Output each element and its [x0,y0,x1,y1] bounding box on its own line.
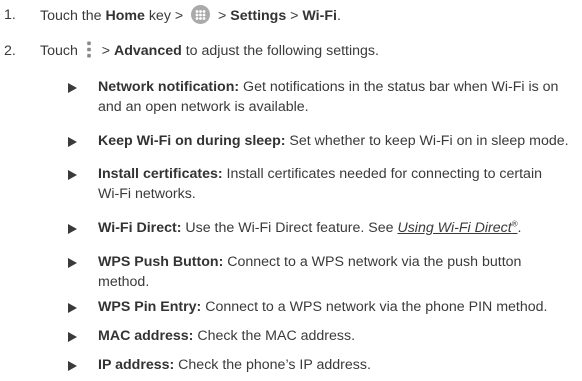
setting-term: Network notification: [98,79,240,95]
setting-description: and an open network is available. [98,99,309,115]
settings-label: Settings [230,8,287,24]
setting-description: Use the Wi-Fi Direct feature. See [181,220,398,236]
bullet-triangle-icon [68,218,80,238]
setting-description: Check the phone’s IP address. [174,357,371,373]
list-item-text: Install certificates: Install certificat… [98,164,578,204]
home-key-label: Home [105,8,145,24]
advanced-label: Advanced [113,43,182,59]
list-item-text: WPS Push Button: Connect to a WPS networ… [98,252,578,292]
list-item-text: WPS Pin Entry: Connect to a WPS network … [98,297,578,317]
step-text-prefix: Touch [40,43,82,59]
setting-description-end: . [517,220,522,236]
step-number: 2. [4,43,16,59]
list-item-text: Wi-Fi Direct: Use the Wi-Fi Direct featu… [98,218,578,238]
setting-term: MAC address: [98,328,194,344]
step-text-separator: > [214,8,231,24]
setting-description: Install certificates needed for connecti… [222,166,542,182]
step-text-separator: > [286,8,303,24]
overflow-menu-icon [86,41,92,58]
setting-term: Install certificates: [98,166,223,182]
list-item-text: MAC address: Check the MAC address. [98,326,578,346]
setting-term: WPS Push Button: [98,254,224,270]
setting-description: Wi-Fi networks. [98,186,196,202]
bullet-triangle-icon [68,131,80,151]
bullet-triangle-icon [68,164,80,184]
step-number: 1. [4,7,16,23]
setting-description: Connect to a WPS network via the phone P… [201,299,548,315]
bullet-triangle-icon [68,77,80,97]
setting-term: WPS Pin Entry: [98,299,202,315]
using-wifi-direct-link[interactable]: Using Wi-Fi Direct® [397,220,517,236]
bullet-triangle-icon [68,355,80,375]
manual-page: 1. Touch the Home key > > Settings > Wi-… [0,0,582,381]
setting-term: IP address: [98,357,175,373]
setting-description: Get notifications in the status bar when… [239,79,559,95]
step-text-prefix: Touch the [40,8,106,24]
wifi-label: Wi-Fi [302,8,337,24]
link-text[interactable]: Using Wi-Fi Direct [397,220,511,236]
list-item-text: Keep Wi-Fi on during sleep: Set whether … [98,131,578,151]
setting-description: Set whether to keep Wi-Fi on in sleep mo… [285,133,569,149]
setting-description: Check the MAC address. [193,328,356,344]
apps-grid-icon [191,5,211,24]
setting-term: Wi-Fi Direct: [98,220,182,236]
bullet-triangle-icon [68,326,80,346]
step-text-key: key > [144,8,188,24]
step-text: Touch the Home key > > Settings > Wi-Fi. [40,5,341,26]
list-item-text: IP address: Check the phone’s IP address… [98,355,578,375]
step-text: Touch > Advanced to adjust the following… [40,41,379,61]
bullet-triangle-icon [68,252,80,272]
step-text-end: . [336,8,341,24]
setting-description: method. [98,274,150,290]
bullet-triangle-icon [68,297,80,317]
setting-term: Keep Wi-Fi on during sleep: [98,133,286,149]
step-text-separator: > [97,43,114,59]
setting-description: Connect to a WPS network via the push bu… [223,254,522,270]
list-item-text: Network notification: Get notifications … [98,77,578,117]
step-text-rest: to adjust the following settings. [181,43,379,59]
